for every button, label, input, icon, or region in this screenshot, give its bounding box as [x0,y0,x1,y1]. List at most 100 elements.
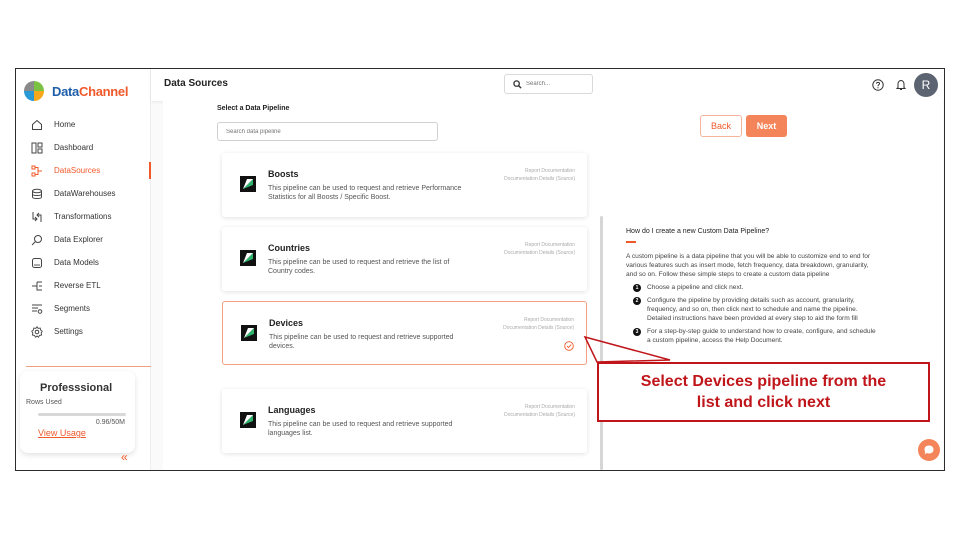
sidebar-item-label: DataSources [54,166,101,175]
sidebar-item-label: DataWarehouses [54,189,116,198]
rows-used-label: Rows Used [26,399,62,406]
pipeline-card-countries[interactable]: Countries This pipeline can be used to r… [222,227,587,291]
step-text: Choose a pipeline and click next. [647,284,744,291]
sidebar-divider [26,366,151,367]
documentation-details-link[interactable]: Documentation Details (Source) [504,175,575,183]
step-number: 3 [633,328,641,336]
page-title: Data Sources [164,78,228,89]
sidebar-item-settings[interactable]: Settings [16,320,151,343]
sidebar: DataChannel Home Dashboard DataSources D… [16,69,151,470]
sidebar-item-reverse-etl[interactable]: Reverse ETL [16,274,151,297]
search-input[interactable] [526,81,586,87]
pipeline-doc-links: Report Documentation Documentation Detai… [504,167,575,183]
avatar[interactable]: R [914,73,938,97]
sidebar-item-dashboard[interactable]: Dashboard [16,136,151,159]
pipeline-description: This pipeline can be used to request and… [268,185,462,201]
help-step: 2 Configure the pipeline by providing de… [626,296,876,323]
collapse-sidebar-button[interactable]: « [121,450,128,464]
pipeline-logo-icon [240,250,256,266]
database-icon [31,188,43,200]
pipeline-search-input[interactable] [217,122,438,141]
sidebar-item-label: Segments [54,304,91,313]
transform-icon [31,211,43,223]
brand-name-part1: Data [52,83,79,99]
documentation-details-link[interactable]: Documentation Details (Source) [504,411,575,419]
sidebar-nav: Home Dashboard DataSources DataWarehouse… [16,113,151,343]
pipeline-title: Boosts [268,169,299,179]
sidebar-item-data-explorer[interactable]: Data Explorer [16,228,151,251]
help-intro: A custom pipeline is a data pipeline tha… [626,253,871,278]
pipeline-description: This pipeline can be used to request and… [268,421,453,437]
dashboard-icon [31,142,43,154]
pipeline-title: Languages [268,405,316,415]
sidebar-item-label: Data Models [54,258,99,267]
pipeline-logo-icon [240,412,256,428]
chat-button[interactable] [918,439,940,461]
top-header: Data Sources R [151,69,944,101]
pipeline-logo-icon [241,325,257,341]
view-usage-link[interactable]: View Usage [26,428,129,438]
pipeline-card-devices[interactable]: Devices This pipeline can be used to req… [222,301,587,365]
report-documentation-link[interactable]: Report Documentation [503,316,574,324]
chat-icon [924,445,934,455]
sidebar-item-segments[interactable]: Segments [16,297,151,320]
explorer-icon [31,234,43,246]
gear-icon [31,325,43,338]
pipeline-title: Countries [268,243,311,253]
pipeline-doc-links: Report Documentation Documentation Detai… [503,316,574,332]
pipeline-list-scrollbar[interactable] [600,216,603,470]
pipeline-description: This pipeline can be used to request and… [268,259,450,275]
sidebar-item-label: Settings [54,327,83,336]
pipeline-title: Devices [269,318,304,328]
help-step: 1 Choose a pipeline and click next. [626,283,876,292]
documentation-details-link[interactable]: Documentation Details (Source) [503,324,574,332]
brand-name: DataChannel [52,84,128,99]
annotation-line-1: Select Devices pipeline from the [640,373,887,390]
help-step: 3 For a step-by-step guide to understand… [626,327,876,345]
pipeline-card-languages[interactable]: Languages This pipeline can be used to r… [222,389,587,453]
rows-used-progress [38,413,126,416]
selected-check-icon [564,341,574,351]
annotation-line-2: list and click next [696,394,831,411]
pipeline-description: This pipeline can be used to request and… [269,334,454,350]
pipeline-card-boosts[interactable]: Boosts This pipeline can be used to requ… [222,153,587,217]
report-documentation-link[interactable]: Report Documentation [504,241,575,249]
pipeline-logo-icon [240,176,256,192]
brand-name-part2: Channel [78,83,129,99]
annotation-callout: Select Devices pipeline from the list an… [597,362,930,422]
plan-card: Professsional Rows Used 0.96/50M View Us… [20,371,135,453]
segments-icon [31,303,43,315]
report-documentation-link[interactable]: Report Documentation [504,403,575,411]
sidebar-item-datasources[interactable]: DataSources [16,159,151,182]
sidebar-item-home[interactable]: Home [16,113,151,136]
sidebar-item-transformations[interactable]: Transformations [16,205,151,228]
documentation-details-link[interactable]: Documentation Details (Source) [504,249,575,257]
pipeline-doc-links: Report Documentation Documentation Detai… [504,241,575,257]
next-button[interactable]: Next [746,115,787,137]
back-button[interactable]: Back [700,115,742,137]
reverse-etl-icon [31,280,43,292]
sidebar-item-label: Dashboard [54,143,94,152]
sidebar-item-label: Home [54,120,76,129]
rows-used-count: 0.96/50M [95,419,125,426]
step-number: 2 [633,297,641,305]
sidebar-item-label: Data Explorer [54,235,103,244]
select-pipeline-label: Select a Data Pipeline [217,105,290,112]
help-icon[interactable] [872,79,884,91]
bell-icon[interactable] [895,79,907,91]
sidebar-item-data-models[interactable]: Data Models [16,251,151,274]
brand[interactable]: DataChannel [24,79,128,103]
search-icon [513,79,522,89]
global-search[interactable] [504,74,593,94]
sidebar-item-label: Transformations [54,212,112,221]
help-panel: How do I create a new Custom Data Pipeli… [626,228,876,345]
step-text: Configure the pipeline by providing deta… [647,297,858,322]
report-documentation-link[interactable]: Report Documentation [504,167,575,175]
step-text: For a step-by-step guide to understand h… [647,328,876,344]
home-icon [31,119,43,131]
plan-title: Professsional [40,382,113,394]
sidebar-item-datawarehouses[interactable]: DataWarehouses [16,182,151,205]
brand-logo-icon [24,81,44,101]
help-question: How do I create a new Custom Data Pipeli… [626,228,770,235]
models-icon [31,257,43,269]
